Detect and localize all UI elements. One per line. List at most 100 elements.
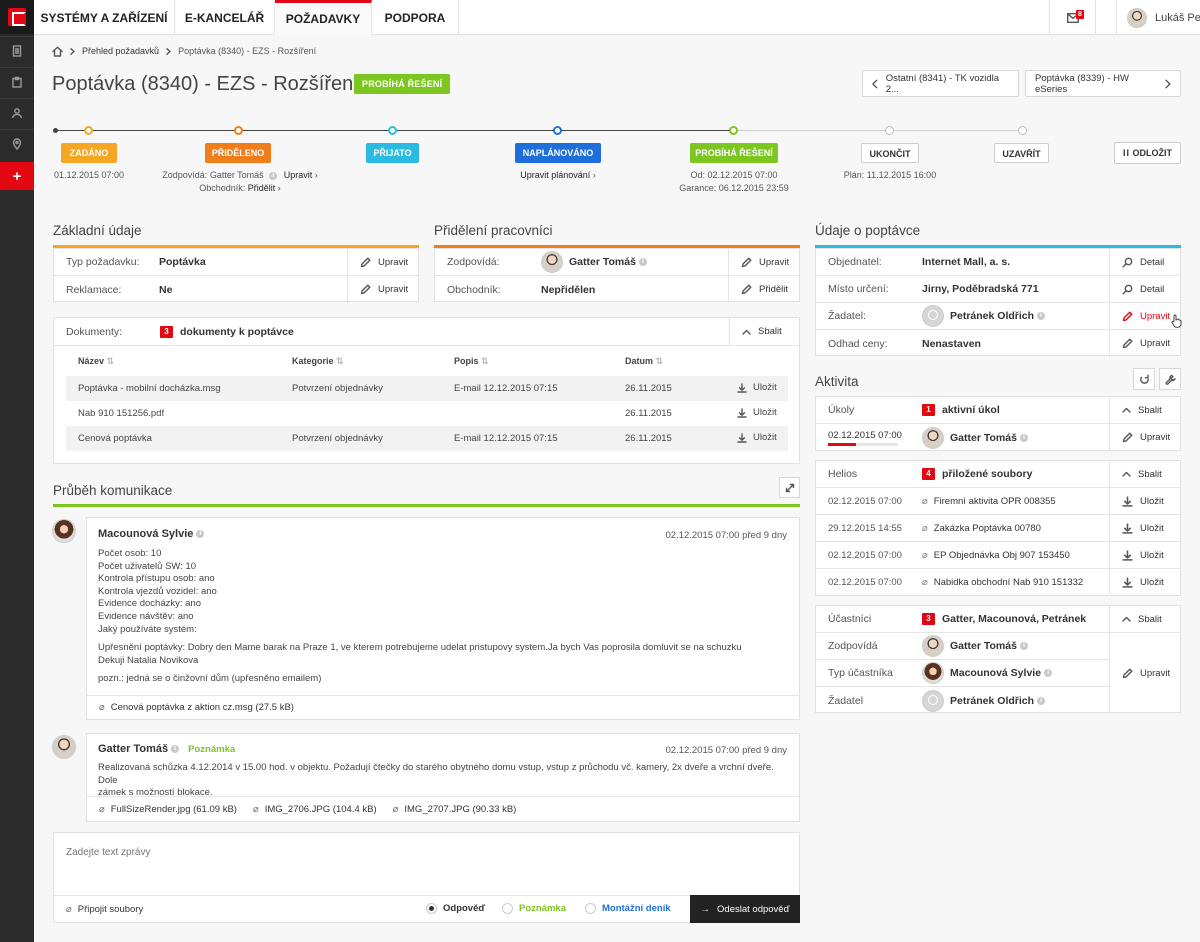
author-name[interactable]: Gatter Tomáš bbox=[98, 743, 168, 755]
sort-icon: ⇅ bbox=[106, 356, 115, 366]
sidebar-item-orders[interactable] bbox=[0, 67, 34, 95]
download-icon bbox=[1122, 577, 1133, 588]
stage-assigned-edit-link[interactable]: Upravit bbox=[284, 170, 313, 180]
column-header-name[interactable]: Název ⇅ bbox=[78, 356, 114, 367]
breadcrumb-parent[interactable]: Přehled požadavků bbox=[82, 46, 159, 56]
attachment-link[interactable]: FullSizeRender.jpg (61.09 kB) bbox=[111, 804, 237, 815]
pencil-icon bbox=[1122, 668, 1133, 678]
helios-row[interactable]: 02.12.2015 07:00 ⌀ EP Objednávka Obj 907… bbox=[816, 542, 1180, 569]
message-input[interactable] bbox=[54, 833, 799, 893]
inquiry-row-destination: Místo určení: Jirny, Poděbradská 771 Det… bbox=[816, 276, 1180, 303]
send-reply-button[interactable]: → Odeslat odpověď bbox=[690, 895, 800, 923]
user-menu[interactable]: Lukáš Petr bbox=[1116, 0, 1200, 35]
download-button[interactable]: Uložit bbox=[1109, 515, 1180, 541]
doc-name[interactable]: Cenová poptávka bbox=[78, 433, 152, 444]
communication-title: Průběh komunikace bbox=[53, 483, 173, 498]
stage-finish-button[interactable]: UKONČIT bbox=[861, 143, 919, 163]
helios-file-name[interactable]: Firemní aktivita OPR 008355 bbox=[934, 496, 1056, 507]
prev-request-button[interactable]: Ostatní (8341) - TK vozidla 2... bbox=[862, 70, 1019, 97]
user-icon bbox=[11, 107, 23, 118]
reply-type-note[interactable]: Poznámka bbox=[502, 903, 566, 914]
timeline-start-dot bbox=[53, 128, 58, 133]
edit-complaint-button[interactable]: Upravit bbox=[347, 276, 418, 303]
doc-name[interactable]: Poptávka - mobilní docházka.msg bbox=[78, 383, 221, 394]
table-row[interactable]: Nab 910 151256.pdf 26.11.2015 Uložit bbox=[66, 401, 788, 426]
edit-participants-button[interactable]: Upravit bbox=[1109, 633, 1180, 713]
assign-salesman-button[interactable]: Přidělit bbox=[728, 276, 799, 303]
download-icon bbox=[1122, 522, 1133, 534]
helios-file-name[interactable]: EP Objednávka Obj 907 153450 bbox=[934, 550, 1070, 561]
destination-detail-button[interactable]: Detail bbox=[1109, 276, 1180, 302]
edit-task-button[interactable]: Upravit bbox=[1109, 424, 1180, 451]
expand-communication-button[interactable] bbox=[779, 477, 800, 498]
download-button[interactable]: Uložit bbox=[1109, 542, 1180, 568]
stage-entered[interactable]: ZADÁNO bbox=[61, 143, 117, 163]
helios-file-name[interactable]: Zakázka Poptávka 00780 bbox=[934, 523, 1041, 534]
download-button[interactable]: Uložit bbox=[1109, 569, 1180, 596]
reply-type-answer[interactable]: Odpověď bbox=[426, 903, 485, 914]
tab-support[interactable]: PODPORA bbox=[372, 0, 459, 35]
stage-accepted[interactable]: PŘIJATO bbox=[366, 143, 419, 163]
helios-row[interactable]: 02.12.2015 07:00 ⌀ Nabidka obchodní Nab … bbox=[816, 569, 1180, 596]
refresh-activity-button[interactable] bbox=[1133, 368, 1155, 390]
task-person[interactable]: Gatter Tomáš bbox=[950, 432, 1017, 444]
home-icon[interactable] bbox=[52, 46, 63, 57]
row-value[interactable]: Petránek Oldřich bbox=[950, 310, 1034, 322]
edit-responsible-button[interactable]: Upravit bbox=[728, 249, 799, 275]
breadcrumb: Přehled požadavků Poptávka (8340) - EZS … bbox=[52, 45, 316, 57]
tasks-collapse-button[interactable]: Sbalit bbox=[1109, 397, 1180, 423]
download-button[interactable]: Uložit bbox=[737, 382, 777, 393]
tab-systems[interactable]: SYSTÉMY A ZAŘÍZENÍ bbox=[34, 0, 175, 35]
sidebar-item-contacts[interactable] bbox=[0, 98, 34, 126]
postpone-button[interactable]: II ODLOŽIT bbox=[1114, 142, 1181, 164]
participants-collapse-button[interactable]: Sbalit bbox=[1109, 606, 1180, 632]
column-header-date[interactable]: Datum ⇅ bbox=[625, 356, 663, 367]
sidebar-item-map[interactable] bbox=[0, 129, 34, 157]
activity-settings-button[interactable] bbox=[1159, 368, 1181, 390]
download-button[interactable]: Uložit bbox=[737, 432, 777, 443]
stage-assigned[interactable]: PŘIDĚLENO bbox=[205, 143, 271, 163]
orderer-detail-button[interactable]: Detail bbox=[1109, 249, 1180, 275]
column-header-category[interactable]: Kategorie ⇅ bbox=[292, 356, 344, 367]
helios-row[interactable]: 02.12.2015 07:00 ⌀ Firemní aktivita OPR … bbox=[816, 488, 1180, 515]
reply-type-assembly-log[interactable]: Montážní deník bbox=[585, 903, 671, 914]
task-row[interactable]: 02.12.2015 07:00 Gatter Tomáš i Upravit bbox=[816, 424, 1180, 451]
status-badge: PROBÍHÁ ŘEŠENÍ bbox=[354, 74, 451, 94]
helios-file-name[interactable]: Nabidka obchodní Nab 910 151332 bbox=[934, 577, 1083, 588]
table-row[interactable]: Cenová poptávka Potvrzení objednávky E-m… bbox=[66, 426, 788, 451]
edit-type-button[interactable]: Upravit bbox=[347, 249, 418, 275]
helios-collapse-button[interactable]: Sbalit bbox=[1109, 461, 1180, 487]
download-button[interactable]: Uložit bbox=[737, 407, 777, 418]
table-row[interactable]: Poptávka - mobilní docházka.msg Potvrzen… bbox=[66, 376, 788, 401]
action-label: Uložit bbox=[1140, 495, 1164, 507]
tab-requests[interactable]: POŽADAVKY bbox=[275, 0, 372, 35]
stage-assigned-assign-link[interactable]: Přidělit bbox=[248, 183, 276, 193]
participant-name[interactable]: Petránek Oldřich bbox=[950, 695, 1034, 707]
attachment-link[interactable]: IMG_2707.JPG (90.33 kB) bbox=[404, 804, 516, 815]
participant-name[interactable]: Macounová Sylvie bbox=[950, 667, 1041, 679]
documents-collapse-button[interactable]: Sbalit bbox=[729, 318, 799, 345]
participant-name[interactable]: Gatter Tomáš bbox=[950, 640, 1017, 652]
author-name[interactable]: Macounová Sylvie bbox=[98, 528, 193, 540]
download-button[interactable]: Uložit bbox=[1109, 488, 1180, 514]
message-card: Macounová Sylvie i 02.12.2015 07:00 před … bbox=[86, 517, 800, 720]
edit-planning-link[interactable]: Upravit plánování bbox=[520, 170, 590, 180]
doc-name[interactable]: Nab 910 151256.pdf bbox=[78, 408, 164, 419]
attach-files-button[interactable]: ⌀ Připojit soubory bbox=[66, 904, 143, 915]
paperclip-icon: ⌀ bbox=[922, 577, 928, 588]
mail-button[interactable]: 8 bbox=[1049, 0, 1096, 35]
attachment-link[interactable]: IMG_2706.JPG (104.4 kB) bbox=[265, 804, 377, 815]
edit-price-button[interactable]: Upravit bbox=[1109, 330, 1180, 357]
helios-row[interactable]: 29.12.2015 14:55 ⌀ Zakázka Poptávka 0078… bbox=[816, 515, 1180, 542]
tab-office[interactable]: E-KANCELÁŘ bbox=[175, 0, 275, 35]
row-value[interactable]: Gatter Tomáš bbox=[569, 256, 636, 268]
attachment-link[interactable]: Cenová poptávka z aktion cz.msg (27.5 kB… bbox=[111, 702, 294, 713]
stage-planned[interactable]: NAPLÁNOVÁNO bbox=[515, 143, 601, 163]
app-logo[interactable] bbox=[0, 0, 34, 34]
sidebar-item-documents[interactable] bbox=[0, 36, 34, 64]
stage-close-button[interactable]: UZAVŘÍT bbox=[994, 143, 1049, 163]
stage-in-progress[interactable]: PROBÍHÁ ŘEŠENÍ bbox=[690, 143, 778, 163]
next-request-button[interactable]: Poptávka (8339) - HW eSeries bbox=[1025, 70, 1181, 97]
column-header-description[interactable]: Popis ⇅ bbox=[454, 356, 489, 367]
sidebar-add-button[interactable]: + bbox=[0, 162, 34, 190]
